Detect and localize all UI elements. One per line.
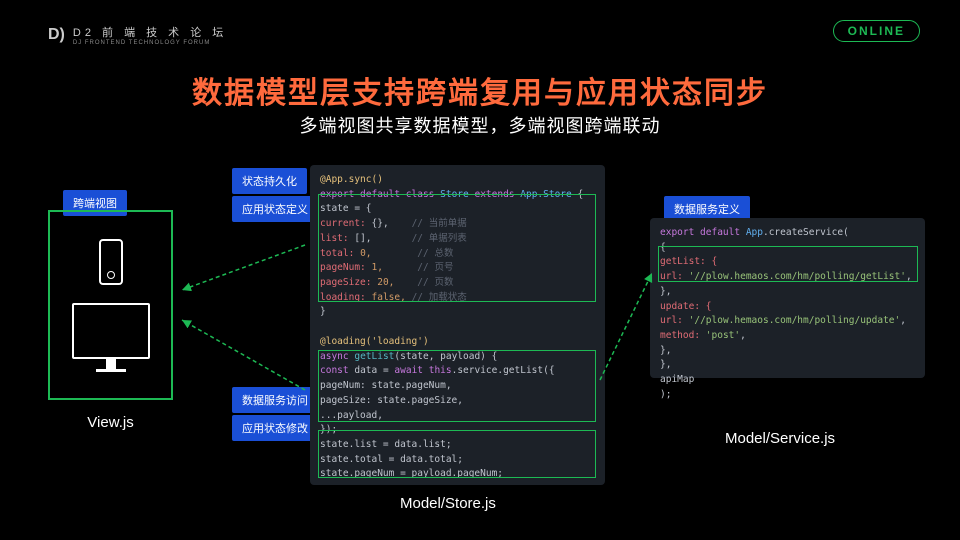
tag-app-state-def: 应用状态定义 (232, 196, 318, 222)
view-column: View.js (48, 210, 173, 431)
slide-subtitle: 多端视图共享数据模型，多端视图跨端联动 (0, 112, 960, 138)
phone-icon (99, 239, 123, 285)
store-code-panel: @App.sync() export default class Store e… (310, 165, 605, 485)
view-label: View.js (87, 414, 133, 431)
desktop-icon (72, 303, 150, 372)
store-label: Model/Store.js (400, 495, 496, 512)
tag-app-state-mod: 应用状态修改 (232, 415, 318, 441)
service-label: Model/Service.js (725, 430, 835, 447)
service-code-panel: export default App.createService( { getL… (650, 218, 925, 378)
forum-logo: D) D2 前 端 技 术 论 坛 DJ FRONTEND TECHNOLOGY… (48, 24, 227, 46)
online-badge: ONLINE (833, 20, 920, 42)
logo-title-cn: D2 前 端 技 术 论 坛 (73, 24, 227, 40)
view-box (48, 210, 173, 400)
slide-title: 数据模型层支持跨端复用与应用状态同步 (0, 68, 960, 112)
logo-title-en: DJ FRONTEND TECHNOLOGY FORUM (73, 40, 227, 46)
logo-icon: D) (48, 26, 65, 44)
tag-service-access: 数据服务访问 (232, 387, 318, 413)
tag-state-persist: 状态持久化 (232, 168, 307, 194)
